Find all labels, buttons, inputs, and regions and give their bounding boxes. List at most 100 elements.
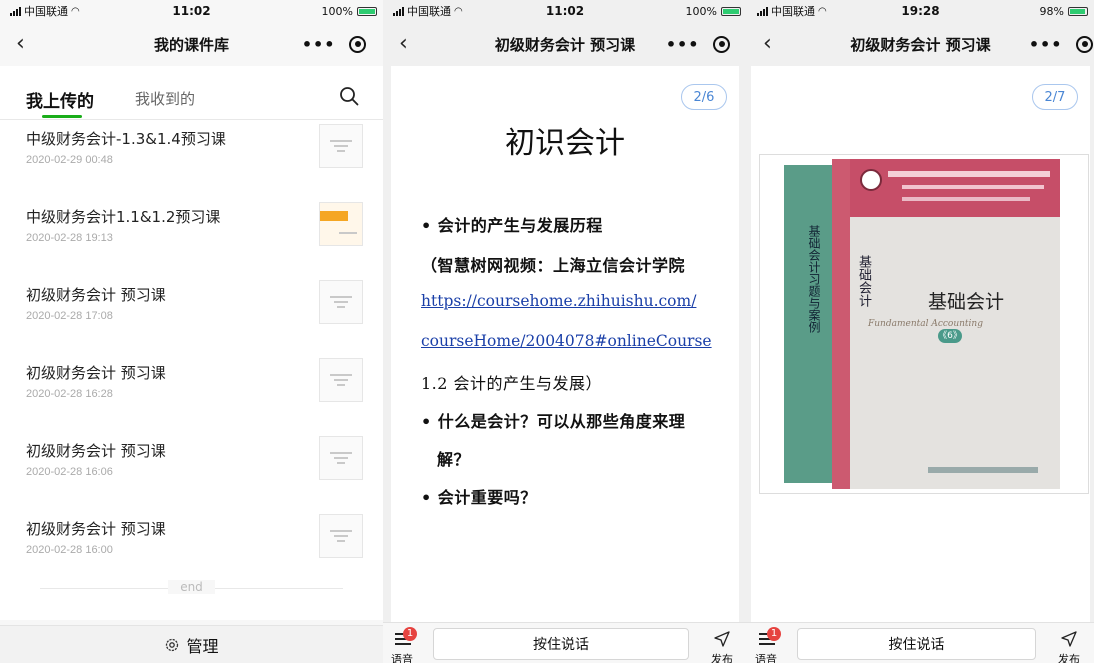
- bullet-line: • 会计的产生与发展历程: [421, 216, 603, 235]
- more-icon[interactable]: •••: [666, 35, 700, 54]
- course-thumbnail: [319, 358, 363, 402]
- more-icon[interactable]: •••: [1029, 35, 1063, 54]
- chat-input-bar: 1 语音 按住说话 发布: [383, 622, 747, 663]
- text-line: 1.2 会计的产生与发展）: [421, 374, 603, 393]
- send-icon: [714, 631, 730, 647]
- battery-percent: 98%: [1039, 4, 1064, 18]
- send-icon: [1061, 631, 1077, 647]
- slide-title: 初识会计: [505, 126, 625, 161]
- battery-icon: [1068, 6, 1088, 16]
- cover-spine: [832, 159, 850, 489]
- list-item[interactable]: 初级财务会计 预习课 2020-02-28 16:28: [0, 354, 383, 432]
- end-label-wrap: end: [0, 580, 383, 594]
- status-bar: 中国联通 ◠ 11:02 100%: [0, 0, 383, 22]
- course-link-cont[interactable]: courseHome/2004078#onlineCourse: [421, 332, 712, 350]
- chat-input-bar: 1 语音 按住说话 发布: [747, 622, 1094, 663]
- close-target-icon[interactable]: [349, 35, 367, 53]
- course-name: 初级财务会计 预习课: [26, 286, 166, 304]
- cover-band-text: [902, 197, 1030, 201]
- course-name: 中级财务会计1.1&1.2预习课: [26, 208, 221, 226]
- slide-page[interactable]: 2/7 基础会计习题与案例 基础会计 基础会计 Fundamental Acco…: [751, 66, 1090, 622]
- manage-button[interactable]: 管理: [0, 625, 383, 663]
- course-date: 2020-02-28 16:28: [26, 388, 113, 400]
- back-icon[interactable]: ‹: [399, 33, 408, 55]
- voice-button[interactable]: 1 语音: [391, 627, 419, 663]
- send-button[interactable]: 发布: [1054, 627, 1084, 663]
- battery-percent: 100%: [685, 4, 717, 18]
- slide-viewer-screen-2: 中国联通 ◠ 19:28 98% ‹ 初级财务会计 预习课 ••• 2/7 基础…: [747, 0, 1094, 663]
- nav-bar: ‹ 初级财务会计 预习课 •••: [383, 22, 747, 66]
- send-label: 发布: [1058, 653, 1080, 663]
- gear-icon: [166, 638, 179, 651]
- list-item[interactable]: 中级财务会计-1.3&1.4预习课 2020-02-29 00:48: [0, 120, 383, 198]
- list-item[interactable]: 中级财务会计1.1&1.2预习课 2020-02-28 19:13: [0, 198, 383, 276]
- list-item[interactable]: 初级财务会计 预习课 2020-02-28 17:08: [0, 276, 383, 354]
- nav-bar: ‹ 我的课件库 •••: [0, 22, 383, 66]
- send-button[interactable]: 发布: [707, 627, 737, 663]
- text-line: （智慧树网视频：上海立信会计学院: [421, 256, 686, 275]
- course-library-screen: 中国联通 ◠ 11:02 100% ‹ 我的课件库 ••• 我上传的 我收到的 …: [0, 0, 383, 663]
- edition-badge: 《6》: [938, 329, 962, 343]
- cover-band-text: [902, 185, 1044, 189]
- voice-label: 语音: [755, 653, 777, 663]
- slide-viewer-screen: 中国联通 ◠ 11:02 100% ‹ 初级财务会计 预习课 ••• 2/6 初…: [383, 0, 747, 663]
- course-name: 初级财务会计 预习课: [26, 364, 166, 382]
- course-date: 2020-02-29 00:48: [26, 154, 113, 166]
- back-icon[interactable]: ‹: [763, 33, 772, 55]
- battery-info: 100%: [686, 5, 741, 18]
- cover-band-text: [888, 171, 1050, 177]
- send-label: 发布: [711, 653, 733, 663]
- close-target-icon[interactable]: [1076, 35, 1094, 53]
- course-thumbnail: [319, 514, 363, 558]
- more-icon[interactable]: •••: [302, 35, 336, 54]
- bullet-line-cont: 解？: [437, 450, 471, 469]
- slide-page[interactable]: 2/6 初识会计 • 会计的产生与发展历程 （智慧树网视频：上海立信会计学院 h…: [391, 66, 739, 622]
- front-book-subtitle: Fundamental Accounting: [868, 319, 983, 329]
- front-vertical-title: 基础会计: [856, 255, 871, 307]
- battery-icon: [721, 6, 741, 16]
- course-thumbnail: [319, 280, 363, 324]
- course-list: 中级财务会计-1.3&1.4预习课 2020-02-29 00:48 中级财务会…: [0, 120, 383, 620]
- voice-badge: 1: [767, 627, 781, 641]
- tab-underline: [42, 115, 82, 118]
- course-date: 2020-02-28 19:13: [26, 232, 113, 244]
- course-name: 初级财务会计 预习课: [26, 520, 166, 538]
- course-name: 中级财务会计-1.3&1.4预习课: [26, 130, 226, 148]
- course-name: 初级财务会计 预习课: [26, 442, 166, 460]
- page-indicator: 2/6: [681, 84, 727, 110]
- voice-badge: 1: [403, 627, 417, 641]
- search-icon[interactable]: [339, 86, 359, 106]
- list-item[interactable]: 初级财务会计 预习课 2020-02-28 16:06: [0, 432, 383, 510]
- course-date: 2020-02-28 16:00: [26, 544, 113, 556]
- course-link[interactable]: https://coursehome.zhihuishu.com/: [421, 292, 696, 310]
- page-indicator: 2/7: [1032, 84, 1078, 110]
- push-to-talk-button[interactable]: 按住说话: [433, 628, 689, 660]
- publisher-logo: [860, 169, 882, 191]
- close-target-icon[interactable]: [713, 35, 731, 53]
- course-thumbnail: [319, 202, 363, 246]
- voice-button[interactable]: 1 语音: [755, 627, 783, 663]
- voice-label: 语音: [391, 653, 413, 663]
- bullet-line: • 会计重要吗？: [421, 488, 537, 507]
- status-bar: 中国联通 ◠ 11:02 100%: [383, 0, 747, 22]
- back-icon[interactable]: ‹: [16, 33, 25, 55]
- battery-percent: 100%: [321, 4, 353, 18]
- list-item[interactable]: 初级财务会计 预习课 2020-02-28 16:00: [0, 510, 383, 588]
- manage-label: 管理: [186, 636, 219, 656]
- back-book-title: 基础会计习题与案例: [807, 225, 821, 333]
- end-label: end: [168, 580, 215, 594]
- mini-program-capsule: •••: [659, 29, 737, 59]
- bullet-line: • 什么是会计？可以从那些角度来理: [421, 412, 686, 431]
- course-thumbnail: [319, 436, 363, 480]
- course-date: 2020-02-28 17:08: [26, 310, 113, 322]
- front-book: 基础会计 基础会计 Fundamental Accounting 《6》: [832, 159, 1060, 489]
- course-date: 2020-02-28 16:06: [26, 466, 113, 478]
- tab-received[interactable]: 我收到的: [135, 88, 195, 109]
- nav-bar: ‹ 初级财务会计 预习课 •••: [747, 22, 1094, 66]
- tab-uploaded[interactable]: 我上传的: [26, 87, 94, 112]
- battery-info: 98%: [1040, 5, 1088, 18]
- push-to-talk-button[interactable]: 按住说话: [797, 628, 1036, 660]
- publisher-strip: [928, 467, 1038, 473]
- battery-icon: [357, 6, 377, 16]
- tab-bar: 我上传的 我收到的: [0, 66, 383, 120]
